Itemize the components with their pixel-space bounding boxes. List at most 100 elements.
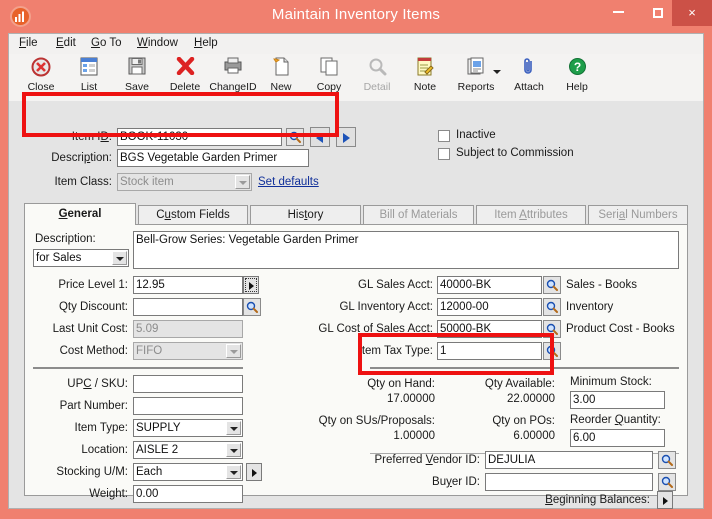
next-arrow-icon [343, 133, 350, 143]
toolbar-label: Close [27, 81, 55, 93]
menu-goto[interactable]: Go To [91, 37, 121, 49]
toolbar-delete-button[interactable]: Delete [161, 56, 209, 99]
menu-window[interactable]: Window [137, 37, 178, 49]
inactive-checkbox[interactable] [438, 130, 450, 142]
cost-method-select[interactable]: FIFO [133, 342, 243, 360]
chevron-down-icon[interactable] [226, 344, 241, 358]
tab-bill-of-materials[interactable]: Bill of Materials [363, 205, 474, 225]
chevron-down-icon[interactable] [112, 251, 127, 265]
item-id-lookup-button[interactable] [286, 128, 304, 146]
preferred-vendor-lookup-button[interactable] [658, 451, 676, 469]
toolbar-label: Attach [514, 81, 544, 93]
tab-item-attributes[interactable]: Item Attributes [476, 205, 586, 225]
weight-input[interactable]: 0.00 [133, 485, 243, 503]
toolbar-changeid-button[interactable]: ChangeID [209, 57, 257, 99]
tab-serial-numbers[interactable]: Serial Numbers [588, 205, 688, 225]
location-select[interactable]: AISLE 2 [133, 441, 243, 459]
item-type-select[interactable]: SUPPLY [133, 419, 243, 437]
new-page-icon [257, 57, 305, 80]
beginning-balances-button[interactable] [657, 491, 673, 509]
set-defaults-link[interactable]: Set defaults [258, 176, 319, 188]
menu-help[interactable]: Help [194, 37, 218, 49]
toolbar-label: Help [566, 81, 588, 93]
gl-inventory-acct-lookup-button[interactable] [543, 298, 561, 316]
qty-sus-proposals-value: 1.00000 [393, 430, 435, 442]
item-class-value: Stock item [120, 176, 174, 188]
menu-edit[interactable]: Edit [56, 37, 76, 49]
buyer-id-lookup-button[interactable] [658, 473, 676, 491]
gl-cost-of-sales-input[interactable]: 50000-BK [437, 320, 542, 338]
gl-sales-acct-label: GL Sales Acct: [358, 279, 433, 291]
menu-bar: File Edit Go To Window Help [9, 34, 703, 55]
part-number-input[interactable] [133, 397, 243, 415]
toolbar-label: Copy [316, 81, 342, 93]
price-level-expand-button[interactable] [243, 276, 259, 294]
minimum-stock-input[interactable]: 3.00 [570, 391, 665, 409]
tab-history[interactable]: History [250, 205, 361, 225]
gl-sales-acct-description: Sales - Books [566, 279, 637, 291]
toolbar-close-button[interactable]: Close [17, 57, 65, 99]
gl-cost-of-sales-lookup-button[interactable] [543, 320, 561, 338]
toolbar-reports-button[interactable]: Reports [449, 57, 503, 99]
toolbar-list-button[interactable]: List [65, 57, 113, 99]
description-input[interactable]: BGS Vegetable Garden Primer [117, 149, 309, 167]
upc-sku-label: UPC / SKU: [67, 378, 128, 390]
toolbar-note-button[interactable]: Note [401, 57, 449, 99]
subject-to-commission-checkbox[interactable] [438, 148, 450, 160]
next-record-button[interactable] [336, 127, 356, 147]
item-tax-type-input[interactable]: 1 [437, 342, 542, 360]
qty-discount-input[interactable] [133, 298, 243, 316]
tab-custom-fields[interactable]: Custom Fields [138, 205, 248, 225]
toolbar-save-button[interactable]: Save [113, 57, 161, 99]
toolbar-label: Reports [457, 81, 495, 93]
toolbar-help-button[interactable]: ? Help [553, 57, 601, 99]
location-value: AISLE 2 [136, 444, 179, 456]
copy-pages-icon [305, 57, 353, 80]
item-tax-type-label: Item Tax Type: [358, 345, 433, 357]
reorder-quantity-input[interactable]: 6.00 [570, 429, 665, 447]
minimize-button[interactable] [600, 0, 636, 26]
toolbar-label: Detail [363, 81, 391, 93]
tab-general[interactable]: General [24, 203, 136, 225]
close-button[interactable]: × [672, 0, 712, 26]
subject-to-commission-label: Subject to Commission [456, 147, 574, 159]
toolbar: Close List Save Delete ChangeID New Copy… [9, 54, 703, 102]
stocking-um-select[interactable]: Each [133, 463, 243, 481]
chevron-down-icon[interactable] [226, 421, 241, 435]
gl-sales-acct-input[interactable]: 40000-BK [437, 276, 542, 294]
gl-sales-acct-lookup-button[interactable] [543, 276, 561, 294]
item-class-select[interactable]: Stock item [117, 173, 252, 191]
item-id-label: Item ID: [71, 131, 112, 143]
gl-inventory-acct-input[interactable]: 12000-00 [437, 298, 542, 316]
paperclip-icon [505, 57, 553, 80]
stocking-um-expand-button[interactable] [246, 463, 262, 481]
maximize-button[interactable] [640, 0, 676, 26]
upc-sku-input[interactable] [133, 375, 243, 393]
item-id-input[interactable]: BOOK-11030 [117, 128, 282, 146]
toolbar-attach-button[interactable]: Attach [505, 57, 553, 99]
item-type-label: Item Type: [74, 422, 128, 434]
toolbar-new-button[interactable]: New [257, 57, 305, 99]
toolbar-copy-button[interactable]: Copy [305, 57, 353, 99]
cost-method-value: FIFO [136, 345, 163, 357]
toolbar-detail-button[interactable]: Detail [353, 57, 401, 99]
description-scope-select[interactable]: for Sales [33, 249, 129, 267]
menu-file[interactable]: File [19, 37, 38, 49]
preferred-vendor-input[interactable]: DEJULIA [485, 451, 653, 469]
location-label: Location: [81, 444, 128, 456]
description-textarea[interactable]: Bell-Grow Series: Vegetable Garden Prime… [133, 231, 679, 269]
item-class-label: Item Class: [54, 176, 112, 188]
gl-cost-of-sales-label: GL Cost of Sales Acct: [318, 323, 433, 335]
save-disk-icon [113, 57, 161, 80]
buyer-id-input[interactable] [485, 473, 653, 491]
item-type-value: SUPPLY [136, 422, 181, 434]
price-level-input[interactable]: 12.95 [133, 276, 243, 294]
chevron-down-icon[interactable] [226, 465, 241, 479]
item-tax-type-lookup-button[interactable] [543, 342, 561, 360]
close-circle-icon [17, 57, 65, 80]
prev-record-button[interactable] [310, 127, 330, 147]
chevron-down-icon[interactable] [235, 175, 250, 189]
qty-discount-lookup-button[interactable] [243, 298, 261, 316]
chevron-down-icon[interactable] [226, 443, 241, 457]
chevron-down-icon[interactable] [493, 70, 501, 74]
